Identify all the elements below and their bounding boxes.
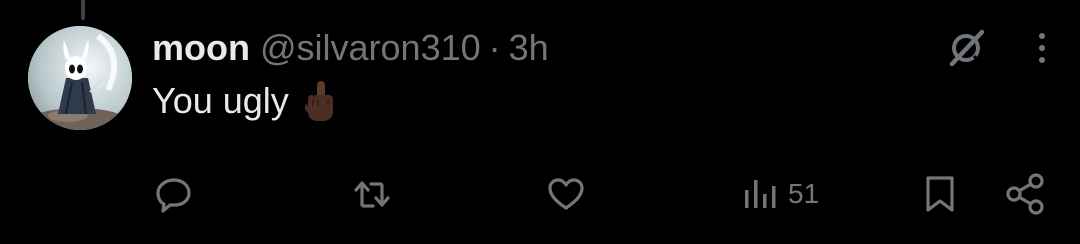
bookmark-button[interactable] bbox=[920, 172, 960, 216]
bookmark-icon bbox=[926, 176, 954, 212]
middle-finger-emoji-icon bbox=[303, 80, 339, 122]
like-button[interactable] bbox=[546, 172, 586, 216]
retweet-button[interactable] bbox=[352, 172, 392, 216]
tweet-header: moon @silvaron310 · 3h bbox=[152, 24, 549, 72]
share-icon bbox=[1006, 173, 1044, 215]
views-chart-icon bbox=[745, 180, 776, 208]
reply-icon bbox=[156, 178, 191, 213]
grok-icon[interactable] bbox=[944, 26, 988, 70]
hollow-knight-avatar-image bbox=[28, 26, 132, 130]
tweet-actions-bar: 51 bbox=[0, 172, 1080, 216]
share-button[interactable] bbox=[1004, 172, 1048, 216]
heart-icon bbox=[548, 178, 584, 210]
views-button[interactable]: 51 bbox=[742, 172, 819, 216]
more-vertical-icon[interactable] bbox=[1034, 28, 1050, 68]
tweet-top-actions bbox=[944, 26, 1050, 70]
tweet-body: You ugly bbox=[152, 80, 289, 121]
reply-button[interactable] bbox=[154, 172, 194, 216]
thread-line bbox=[81, 0, 85, 20]
timestamp[interactable]: 3h bbox=[509, 24, 549, 72]
avatar[interactable] bbox=[28, 26, 132, 130]
tweet-text: You ugly bbox=[152, 78, 339, 124]
retweet-icon bbox=[354, 181, 390, 208]
views-count: 51 bbox=[788, 178, 820, 209]
tweet[interactable]: moon @silvaron310 · 3h You ugly 51 bbox=[0, 0, 1080, 244]
separator-dot: · bbox=[488, 27, 501, 68]
display-name[interactable]: moon bbox=[152, 24, 250, 72]
user-handle[interactable]: @silvaron310 bbox=[260, 24, 481, 72]
